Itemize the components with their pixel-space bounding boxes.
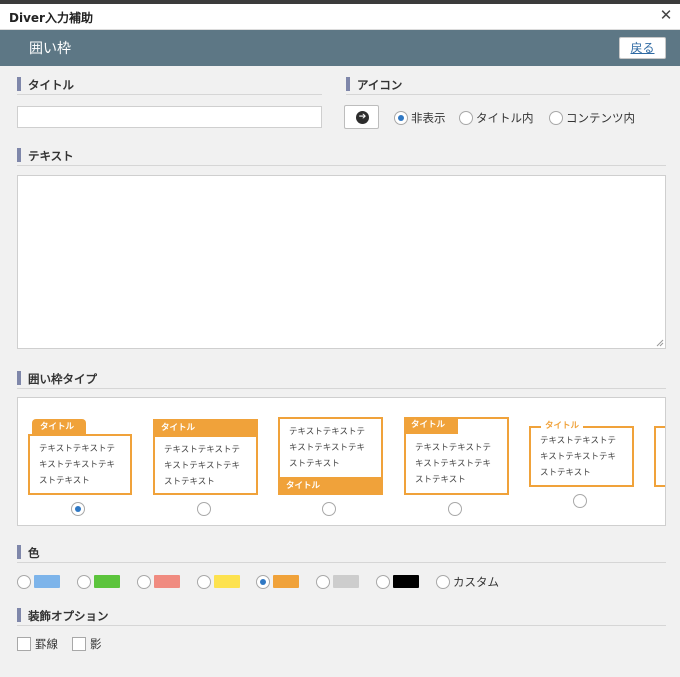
frame-sample-line: テキストテキストテ — [164, 445, 240, 455]
color-swatch-blue[interactable] — [34, 575, 60, 588]
text-textarea[interactable] — [17, 175, 666, 349]
icon-option-in-title-radio[interactable] — [459, 111, 473, 125]
frame-sample-line: キストテキストテキ — [164, 461, 240, 471]
color-swatch-yellow[interactable] — [214, 575, 240, 588]
frame-sample-line: テキストテキストテ — [289, 427, 365, 437]
color-swatch-green[interactable] — [94, 575, 120, 588]
icon-picker-button[interactable]: ➔ — [344, 105, 379, 129]
color-radio-orange[interactable] — [256, 575, 270, 589]
frame-type-radio-4[interactable] — [448, 502, 462, 516]
color-custom-label: カスタム — [453, 575, 499, 589]
frame-sample-line: ストテキスト — [39, 476, 90, 486]
color-radio-black[interactable] — [376, 575, 390, 589]
frame-sample-3-tag: タイトル — [278, 477, 383, 495]
color-swatch-black[interactable] — [393, 575, 419, 588]
color-radio-green[interactable] — [77, 575, 91, 589]
section-marker — [346, 77, 350, 91]
icon-option-hidden-label: 非表示 — [411, 111, 446, 125]
decor-section-label: 装飾オプション — [28, 609, 109, 623]
title-section-header: タイトル — [17, 75, 322, 95]
color-radio-blue[interactable] — [17, 575, 31, 589]
ruled-lines-checkbox[interactable] — [17, 637, 31, 651]
frame-sample-line: テキストテキストテ — [39, 444, 115, 454]
text-section-header: テキスト — [17, 146, 666, 166]
frame-type-section-label: 囲い枠タイプ — [28, 372, 97, 386]
frame-sample-5-tag: タイトル — [541, 419, 584, 431]
section-marker — [17, 77, 21, 91]
frame-sample-line: ストテキスト — [540, 468, 591, 478]
title-input[interactable] — [17, 106, 322, 128]
color-swatch-orange[interactable] — [273, 575, 299, 588]
decor-section-header: 装飾オプション — [17, 606, 666, 626]
color-swatch-red[interactable] — [154, 575, 180, 588]
frame-sample-line: ストテキスト — [289, 459, 340, 469]
frame-sample-3[interactable]: テキストテキストテ キストテキストテキ ストテキスト タイトル — [278, 417, 383, 495]
section-marker — [17, 148, 21, 162]
frame-sample-4[interactable]: タイトル テキストテキストテ キストテキストテキ ストテキスト — [404, 417, 509, 495]
color-section-header: 色 — [17, 543, 666, 563]
section-marker — [17, 371, 21, 385]
frame-sample-2-tag: タイトル — [153, 419, 258, 437]
frame-type-radio-3[interactable] — [322, 502, 336, 516]
frame-sample-2[interactable]: タイトル テキストテキストテ キストテキストテキ ストテキスト — [153, 419, 258, 495]
section-marker — [17, 608, 21, 622]
frame-sample-line: キストテキストテキ — [540, 452, 616, 462]
color-section-label: 色 — [28, 546, 40, 560]
frame-sample-1[interactable]: テキストテキストテ キストテキストテキ ストテキスト — [28, 434, 132, 495]
frame-type-radio-2[interactable] — [197, 502, 211, 516]
frame-type-gallery: タイトル テキストテキストテ キストテキストテキ ストテキスト タイトル テキス… — [17, 397, 666, 526]
section-marker — [17, 545, 21, 559]
frame-sample-line: ストテキスト — [415, 475, 466, 485]
frame-sample-line: キストテキストテキ — [39, 460, 115, 470]
frame-sample-6[interactable] — [654, 426, 665, 487]
color-radio-yellow[interactable] — [197, 575, 211, 589]
frame-sample-line: テキストテキストテ — [415, 443, 491, 453]
color-radio-custom[interactable] — [436, 575, 450, 589]
color-radio-red[interactable] — [137, 575, 151, 589]
frame-sample-4-tag: タイトル — [404, 417, 458, 434]
color-swatch-gray[interactable] — [333, 575, 359, 588]
frame-sample-1-tag: タイトル — [32, 419, 86, 435]
shadow-label: 影 — [90, 637, 102, 651]
dialog-title: 囲い枠 — [29, 41, 71, 57]
frame-type-radio-1[interactable] — [71, 502, 85, 516]
frame-type-radio-5[interactable] — [573, 494, 587, 508]
frame-sample-line: テキストテキストテ — [540, 436, 616, 446]
icon-option-in-content-radio[interactable] — [549, 111, 563, 125]
back-button[interactable]: 戻る — [619, 37, 666, 59]
icon-section-header: アイコン — [346, 75, 650, 95]
window-title: Diver入力補助 — [9, 11, 93, 25]
icon-option-in-title-label: タイトル内 — [476, 111, 534, 125]
window-titlebar: Diver入力補助 ✕ — [0, 4, 680, 30]
ruled-lines-label: 罫線 — [35, 637, 58, 651]
frame-type-section-header: 囲い枠タイプ — [17, 369, 666, 389]
frame-sample-5[interactable]: タイトル テキストテキストテ キストテキストテキ ストテキスト — [529, 419, 634, 487]
frame-sample-line: キストテキストテキ — [415, 459, 491, 469]
color-radio-gray[interactable] — [316, 575, 330, 589]
dialog-header: 囲い枠 戻る — [0, 30, 680, 66]
icon-section-label: アイコン — [357, 78, 403, 92]
shadow-checkbox[interactable] — [72, 637, 86, 651]
arrow-right-circle-icon: ➔ — [356, 111, 369, 124]
frame-sample-line: キストテキストテキ — [289, 443, 365, 453]
resize-grip-icon[interactable] — [656, 339, 664, 347]
title-section-label: タイトル — [28, 78, 74, 92]
frame-sample-line: ストテキスト — [164, 477, 215, 487]
icon-option-in-content-label: コンテンツ内 — [566, 111, 635, 125]
icon-option-hidden-radio[interactable] — [394, 111, 408, 125]
text-section-label: テキスト — [28, 149, 74, 163]
close-icon[interactable]: ✕ — [658, 6, 674, 24]
